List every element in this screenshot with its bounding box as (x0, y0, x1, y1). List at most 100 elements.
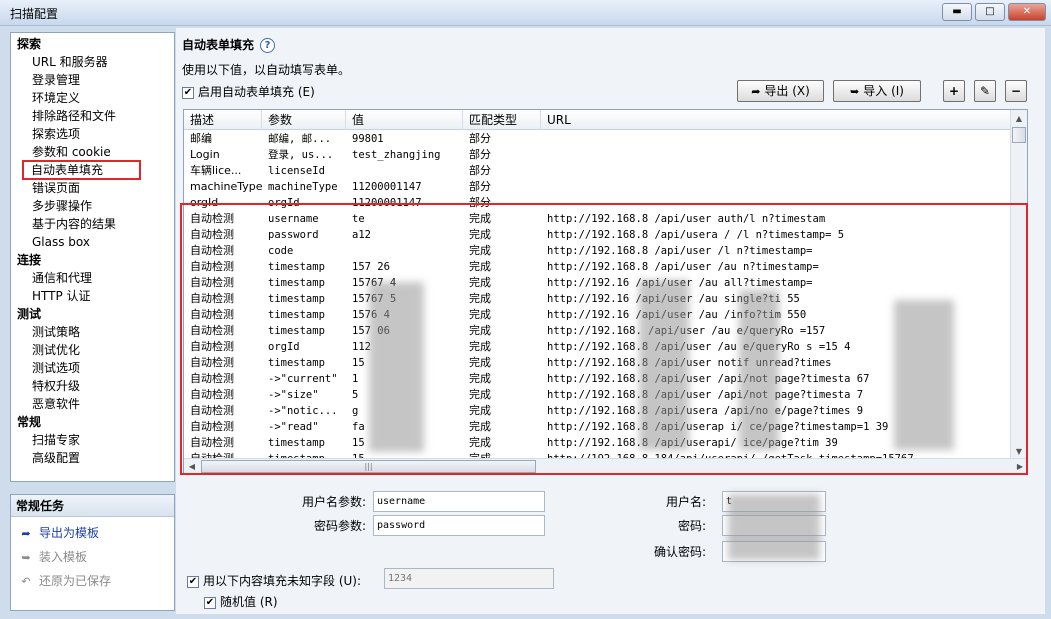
scroll-left-icon[interactable]: ◀ (184, 459, 200, 474)
password-label: 密码: (677, 519, 706, 533)
horizontal-scrollbar[interactable]: ◀ ||| ▶ (184, 458, 1027, 474)
minimize-button[interactable]: ▬ (942, 3, 972, 21)
edit-button[interactable]: ✎ (974, 80, 996, 102)
column-parameter[interactable]: 参数 (262, 110, 346, 130)
export-button[interactable]: ➦ 导出 (X) (737, 80, 824, 102)
nav-item-login[interactable]: 登录管理 (11, 71, 174, 89)
table-row[interactable]: 邮编 邮编, 邮... 99801 部分 (184, 131, 1011, 147)
table-row[interactable]: machineType machineType 11200001147 部分 (184, 179, 1011, 195)
username-param-input[interactable]: username (373, 491, 545, 512)
cell-url (541, 163, 1011, 179)
cell-match-type: 完成 (469, 436, 491, 449)
nav-item-test-policy[interactable]: 测试策略 (11, 323, 174, 341)
nav-item-multistep[interactable]: 多步骤操作 (11, 197, 174, 215)
cell-url: http://192.168.8 /api/user /api/not page… (547, 389, 864, 401)
help-icon[interactable]: ? (260, 38, 276, 53)
nav-item-advanced[interactable]: 高级配置 (11, 449, 174, 467)
confirm-password-input[interactable] (722, 541, 826, 562)
form-values-table[interactable]: 描述 参数 值 匹配类型 URL 邮编 邮编, 邮... 99801 部分 Login 登… (183, 109, 1028, 475)
nav-item-explore-options[interactable]: 探索选项 (11, 125, 174, 143)
hscroll-thumb[interactable]: ||| (201, 460, 536, 473)
nav-item-exclusions[interactable]: 排除路径和文件 (11, 107, 174, 125)
cell-parameter: 登录, us... (268, 149, 334, 161)
nav-item-error-pages[interactable]: 错误页面 (11, 179, 174, 197)
password-param-label: 密码参数: (313, 519, 366, 533)
table-row[interactable]: 自动检测 ->"current" 1 完成 http://192.168.8 /api/… (184, 371, 1011, 387)
cell-value: 157 06 (352, 325, 390, 337)
random-value-label: 随机值 (R) (220, 595, 278, 609)
column-url[interactable]: URL (541, 110, 1011, 130)
nav-item-content-results[interactable]: 基于内容的结果 (11, 215, 174, 233)
table-row[interactable]: 自动检测 username te 完成 http://192.168.8 /api/us… (184, 211, 1011, 227)
username-input[interactable]: t (722, 491, 826, 512)
scroll-up-icon[interactable]: ▲ (1011, 110, 1027, 127)
cell-match-type: 完成 (469, 292, 491, 305)
nav-item-url-servers[interactable]: URL 和服务器 (11, 53, 174, 71)
table-row[interactable]: Login 登录, us... test_zhangjing 部分 (184, 147, 1011, 163)
table-row[interactable]: 自动检测 ->"notic... g 完成 http://192.168.8 /api… (184, 403, 1011, 419)
table-row[interactable]: 自动检测 code 完成 http://192.168.8 /api/user /l … (184, 243, 1011, 259)
cell-url: http://192.168.8 /api/usera /api/no e/pa… (547, 405, 864, 417)
nav-item-privilege[interactable]: 特权升级 (11, 377, 174, 395)
nav-item-malware[interactable]: 恶意软件 (11, 395, 174, 413)
cell-description: 自动检测 (190, 228, 234, 241)
table-row[interactable]: 自动检测 ->"size" 5 完成 http://192.168.8 /api/use… (184, 387, 1011, 403)
scroll-thumb[interactable] (1012, 127, 1026, 143)
column-match-type[interactable]: 匹配类型 (463, 110, 541, 130)
nav-item-environment[interactable]: 环境定义 (11, 89, 174, 107)
restore-icon: ↶ (21, 575, 31, 588)
table-row[interactable]: 自动检测 ->"read" fa 完成 http://192.168.8 /api/us… (184, 419, 1011, 435)
table-row[interactable]: 车辆lice... licenseId 部分 (184, 163, 1011, 179)
close-button[interactable]: ✕ (1008, 3, 1046, 21)
cell-value: 99801 (352, 133, 384, 145)
column-value[interactable]: 值 (346, 110, 463, 130)
confirm-password-label: 确认密码: (653, 545, 706, 559)
scroll-right-icon[interactable]: ▶ (1012, 459, 1027, 474)
table-row[interactable]: 自动检测 timestamp 1576 4 完成 http://192.16 /api/… (184, 307, 1011, 323)
nav-item-test-options[interactable]: 测试选项 (11, 359, 174, 377)
fill-unknown-input[interactable]: 1234 (384, 568, 554, 589)
cell-match-type: 完成 (469, 260, 491, 273)
cell-parameter: machineType (268, 181, 338, 193)
nav-item-glass-box[interactable]: Glass box (11, 233, 174, 251)
add-button[interactable]: + (943, 80, 965, 102)
random-value-checkbox[interactable]: ✔ (204, 596, 216, 609)
table-row[interactable]: 自动检测 timestamp 157 06 完成 http://192.168. /ap… (184, 323, 1011, 339)
task-label: 装入模板 (39, 550, 88, 564)
table-row[interactable]: 自动检测 password a12 完成 http://192.168.8 /api/u… (184, 227, 1011, 243)
table-row[interactable]: 自动检测 timestamp 15767 4 完成 http://192.16 /api… (184, 275, 1011, 291)
table-row[interactable]: 自动检测 timestamp 157 26 完成 http://192.168.8 /a… (184, 259, 1011, 275)
nav-item-auto-form-fill[interactable]: 自动表单填充 (22, 160, 141, 180)
table-row[interactable]: 自动检测 orgId 112 完成 http://192.168.8 /api/user… (184, 339, 1011, 355)
random-value-row[interactable]: ✔ 随机值 (R) (204, 593, 278, 610)
fill-unknown-checkbox[interactable]: ✔ (187, 575, 199, 588)
nav-item-scan-expert[interactable]: 扫描专家 (11, 431, 174, 449)
vertical-scrollbar[interactable]: ▲ ▼ (1010, 110, 1027, 460)
nav-group-connection: 连接 (17, 253, 42, 267)
maximize-button[interactable]: □ (975, 3, 1005, 21)
enable-autofill-checkbox[interactable]: ✔ (182, 86, 194, 99)
fill-unknown-row[interactable]: ✔ 用以下内容填充未知字段 (U): (187, 572, 361, 589)
task-export-template[interactable]: ➦ 导出为模板 (11, 521, 174, 545)
cell-match-type: 部分 (469, 196, 491, 209)
table-row[interactable]: 自动检测 timestamp 15767 5 完成 http://192.16 /api… (184, 291, 1011, 307)
import-button[interactable]: ➥ 导入 (I) (833, 80, 921, 102)
nav-item-params-cookies[interactable]: 参数和 cookie (11, 143, 174, 161)
cell-parameter: timestamp (268, 357, 325, 369)
table-row[interactable]: 自动检测 timestamp 15 完成 http://192.168.8 /api/u… (184, 355, 1011, 371)
cell-parameter: timestamp (268, 277, 325, 289)
cell-url (541, 195, 1011, 211)
import-label: 导入 (I) (863, 84, 904, 98)
cell-url: http://192.16 /api/user /au /info?tim 55… (547, 309, 807, 321)
password-param-input[interactable]: password (373, 515, 545, 536)
remove-button[interactable]: − (1005, 80, 1027, 102)
column-description[interactable]: 描述 (184, 110, 262, 130)
table-row[interactable]: orgId orgId 11200001147 部分 (184, 195, 1011, 211)
enable-autofill-row[interactable]: ✔ 启用自动表单填充 (E) (182, 83, 315, 100)
nav-item-http-auth[interactable]: HTTP 认证 (11, 287, 174, 305)
table-row[interactable]: 自动检测 timestamp 15 完成 http://192.168.8 /api/u… (184, 435, 1011, 451)
password-input[interactable] (722, 515, 826, 536)
export-icon: ➦ (751, 85, 761, 98)
nav-item-test-optimize[interactable]: 测试优化 (11, 341, 174, 359)
nav-item-comm-proxy[interactable]: 通信和代理 (11, 269, 174, 287)
